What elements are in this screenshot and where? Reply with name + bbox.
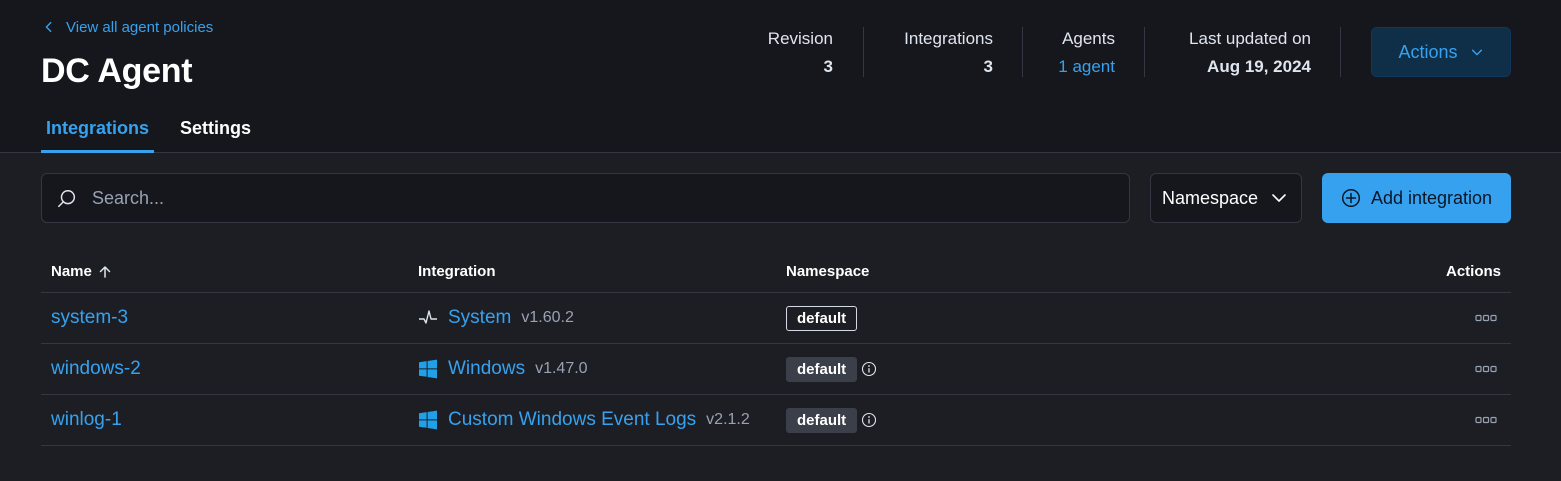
stat-revision-value: 3 (823, 57, 833, 76)
table-row: winlog-1 Custom Windows Event Logs v2.1.… (41, 395, 1511, 445)
namespace-filter-button[interactable]: Namespace (1150, 173, 1302, 223)
plus-circle-icon (1341, 188, 1361, 208)
table-divider (41, 445, 1511, 446)
stat-last-updated-value: Aug 19, 2024 (1207, 57, 1311, 76)
namespace-cell: default (786, 407, 877, 433)
integration-name: System (448, 307, 512, 328)
column-header-namespace: Namespace (786, 263, 870, 280)
integration-link[interactable]: Windows v1.47.0 (418, 358, 588, 380)
row-actions-button[interactable] (1474, 413, 1498, 427)
stat-integrations-label: Integrations (904, 29, 993, 48)
column-header-name[interactable]: Name (51, 263, 112, 280)
integration-version: v1.47.0 (535, 360, 588, 377)
namespace-badge: default (786, 305, 858, 331)
back-to-policies-link[interactable]: View all agent policies (42, 17, 213, 37)
table-row: system-3 System v1.60.2 default (41, 293, 1511, 343)
policy-name-link[interactable]: winlog-1 (51, 409, 122, 431)
search-icon (58, 190, 76, 208)
namespace-badge: default (786, 407, 858, 433)
integration-version: v1.60.2 (521, 309, 574, 326)
stat-divider (1340, 27, 1341, 77)
sort-ascending-icon (99, 265, 111, 278)
stat-agents: Agents 1 agent (1058, 29, 1115, 77)
ellipsis-icon (1475, 365, 1497, 373)
stat-revision: Revision 3 (768, 29, 833, 77)
namespace-cell: default (786, 305, 858, 331)
stat-last-updated: Last updated on Aug 19, 2024 (1189, 29, 1311, 77)
stat-agents-label: Agents (1062, 29, 1115, 48)
stat-last-updated-label: Last updated on (1189, 29, 1311, 48)
ellipsis-icon (1475, 314, 1497, 322)
integration-name: Custom Windows Event Logs (448, 409, 697, 430)
chevron-down-icon (1272, 194, 1286, 202)
namespace-badge: default (786, 356, 858, 382)
tab-settings[interactable]: Settings (175, 114, 256, 153)
chevron-left-icon (45, 21, 52, 33)
info-icon[interactable] (861, 412, 877, 428)
integration-name: Windows (448, 358, 526, 379)
policy-name-link[interactable]: system-3 (51, 307, 128, 329)
actions-button[interactable]: Actions (1371, 27, 1511, 77)
integration-link[interactable]: Custom Windows Event Logs v2.1.2 (418, 409, 750, 431)
namespace-filter-label: Namespace (1162, 187, 1259, 208)
integration-link[interactable]: System v1.60.2 (418, 307, 574, 329)
stat-divider (1144, 27, 1145, 77)
info-icon[interactable] (861, 361, 877, 377)
search-field[interactable] (41, 173, 1130, 223)
back-link-label: View all agent policies (66, 18, 214, 36)
stat-divider (863, 27, 864, 77)
search-input[interactable] (92, 174, 1122, 222)
page-title: DC Agent (41, 52, 193, 90)
stat-integrations-value: 3 (983, 57, 993, 76)
windows-logo-icon (418, 410, 438, 430)
column-header-actions: Actions (1445, 263, 1501, 280)
add-integration-button[interactable]: Add integration (1322, 173, 1511, 223)
system-pulse-icon (418, 308, 438, 328)
page-header: View all agent policies DC Agent Revisio… (0, 0, 1561, 153)
policy-name-link[interactable]: windows-2 (51, 358, 141, 380)
row-actions-button[interactable] (1474, 362, 1498, 376)
integration-version: v2.1.2 (706, 411, 750, 428)
add-integration-label: Add integration (1370, 187, 1493, 208)
table-row: windows-2 Windows v1.47.0 default (41, 344, 1511, 394)
stat-revision-label: Revision (767, 29, 833, 48)
row-actions-button[interactable] (1474, 311, 1498, 325)
actions-button-label: Actions (1398, 41, 1458, 62)
column-header-integration: Integration (418, 263, 496, 280)
tab-integrations[interactable]: Integrations (41, 114, 155, 153)
namespace-cell: default (786, 356, 877, 382)
agents-count-link[interactable]: 1 agent (1058, 57, 1115, 77)
chevron-down-icon (1471, 49, 1482, 56)
stat-divider (1022, 27, 1023, 77)
ellipsis-icon (1475, 416, 1497, 424)
windows-logo-icon (418, 359, 438, 379)
column-header-name-label: Name (51, 263, 92, 280)
stat-integrations: Integrations 3 (904, 29, 993, 77)
